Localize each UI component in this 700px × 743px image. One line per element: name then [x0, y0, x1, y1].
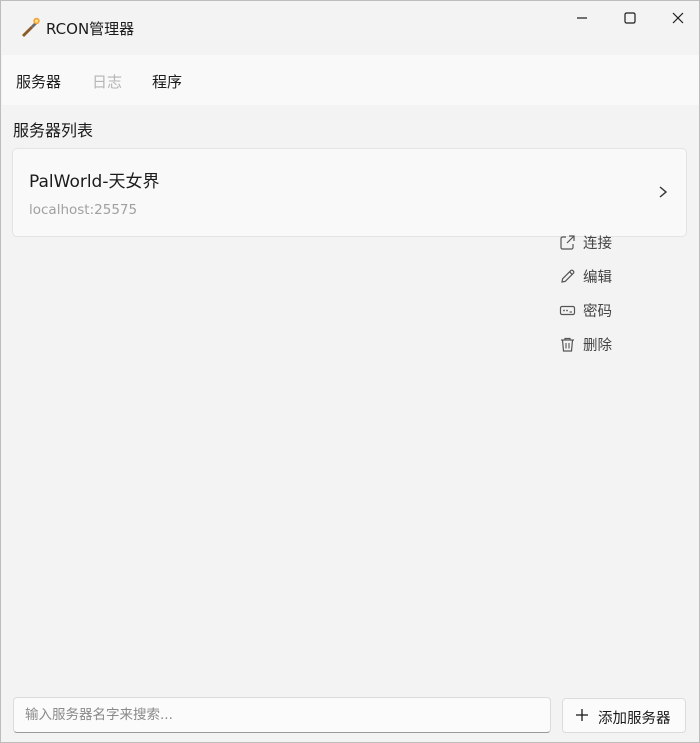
minimize-icon [577, 17, 587, 19]
server-list-heading: 服务器列表 [13, 121, 94, 140]
pencil-icon [561, 269, 575, 283]
menu-item-label: 删除 [583, 337, 612, 354]
menu-item-edit[interactable]: 编辑 [548, 260, 688, 292]
menu-item-password[interactable]: 密码 [548, 294, 688, 326]
menu-item-connect[interactable]: 连接 [548, 226, 688, 258]
close-icon [672, 12, 684, 24]
server-search-input[interactable] [13, 697, 551, 733]
menu-item-label: 连接 [583, 235, 612, 252]
password-icon [559, 305, 576, 315]
minimize-button[interactable] [559, 1, 605, 35]
menu-item-label: 密码 [583, 303, 612, 320]
chevron-right-icon[interactable] [656, 183, 670, 201]
nav-tab-programs[interactable]: 程序 [152, 71, 182, 92]
external-link-icon [560, 234, 575, 250]
server-name: PalWorld-天女界 [29, 172, 160, 192]
menu-item-label: 编辑 [583, 269, 612, 286]
window-title: RCON管理器 [46, 20, 135, 38]
maximize-button[interactable] [607, 1, 653, 35]
nav-tab-servers[interactable]: 服务器 [16, 71, 61, 92]
add-server-button[interactable]: 添加服务器 [562, 698, 686, 733]
trash-icon [561, 337, 574, 352]
server-address: localhost:25575 [29, 202, 138, 218]
menu-item-delete[interactable]: 删除 [548, 328, 688, 360]
app-window: RCON管理器 服务器 日志 程序 服务器列表 PalWorld-天女界 loc… [0, 0, 700, 743]
torch-icon [22, 17, 40, 37]
maximize-icon [624, 12, 636, 24]
add-server-label: 添加服务器 [598, 711, 671, 727]
plus-icon [576, 709, 588, 721]
server-list-item[interactable]: PalWorld-天女界 localhost:25575 [12, 148, 687, 237]
main-nav: 服务器 日志 程序 [2, 55, 699, 105]
title-bar[interactable]: RCON管理器 [1, 1, 699, 55]
nav-tab-logs[interactable]: 日志 [92, 71, 122, 92]
close-button[interactable] [655, 1, 700, 35]
server-context-menu: 连接 编辑 密码 删除 [548, 225, 688, 361]
